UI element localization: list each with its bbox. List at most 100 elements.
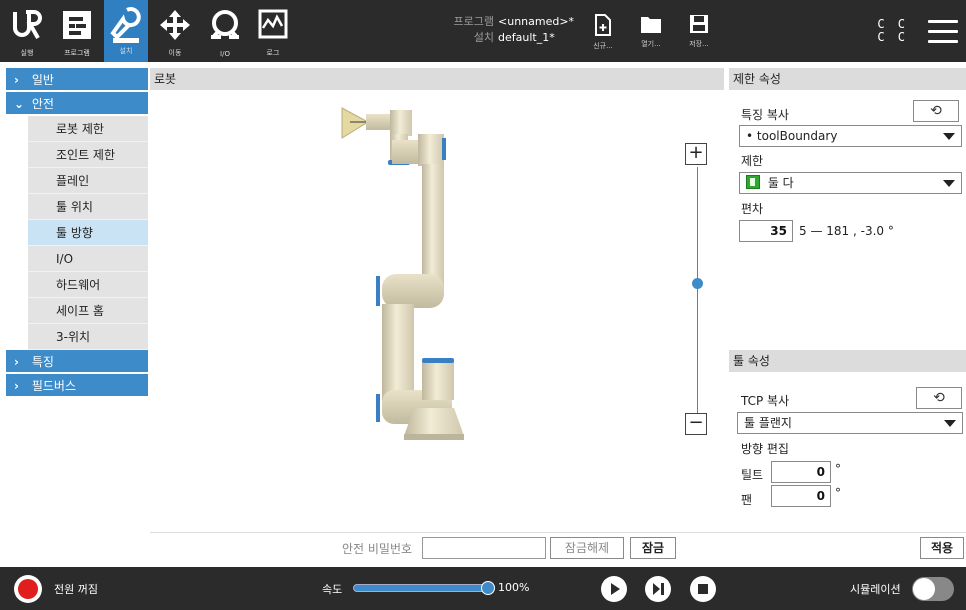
chevron-right-icon: › bbox=[14, 379, 19, 393]
sidebar: › 일반 ⌄ 안전 로봇 제한 조인트 제한 플레인 툴 위치 툴 방향 I/O… bbox=[6, 68, 148, 565]
tcp-copy-sync-button[interactable]: ⟲ bbox=[916, 387, 962, 409]
sidebar-item-safe-home[interactable]: 세이프 홈 bbox=[28, 298, 148, 324]
deviation-range: 5 — 181 , -3.0 ° bbox=[799, 224, 894, 238]
open-folder-icon bbox=[641, 17, 661, 33]
io-tab-label: I/O bbox=[220, 50, 230, 58]
simulation-label: 시뮬레이션 bbox=[850, 583, 901, 596]
safety-lock-bar: 안전 비밀번호 잠금해제 잠금 적용 bbox=[150, 532, 966, 562]
save-file-label: 저장... bbox=[689, 40, 709, 48]
sidebar-item-tool-position[interactable]: 툴 위치 bbox=[28, 194, 148, 220]
deviation-label: 편차 bbox=[741, 202, 764, 216]
sidebar-item-hardware[interactable]: 하드웨어 bbox=[28, 272, 148, 298]
apply-button[interactable]: 적용 bbox=[920, 537, 964, 559]
io-tab[interactable]: I/O bbox=[204, 6, 246, 58]
speed-label: 속도 bbox=[322, 583, 343, 596]
log-icon bbox=[258, 9, 288, 39]
stop-button[interactable] bbox=[690, 576, 716, 602]
power-icon[interactable] bbox=[14, 575, 42, 603]
hamburger-menu-icon[interactable] bbox=[928, 20, 958, 44]
program-name: <unnamed>* bbox=[498, 15, 575, 28]
installation-tab[interactable]: 설치 bbox=[104, 0, 148, 62]
io-icon bbox=[211, 10, 239, 39]
step-button[interactable] bbox=[645, 576, 671, 602]
chevron-right-icon: › bbox=[14, 355, 19, 369]
play-icon bbox=[611, 583, 620, 595]
copy-feature-sync-button[interactable]: ⟲ bbox=[913, 100, 959, 122]
program-icon bbox=[63, 11, 91, 39]
sidebar-item-joint-limits[interactable]: 조인트 제한 bbox=[28, 142, 148, 168]
dropdown-arrow-icon bbox=[943, 133, 955, 140]
chevron-down-icon: ⌄ bbox=[14, 97, 25, 111]
sidebar-category-fieldbus[interactable]: › 필드버스 bbox=[6, 374, 148, 398]
cc-status: C C C C bbox=[877, 18, 908, 44]
sidebar-category-features[interactable]: › 특징 bbox=[6, 350, 148, 374]
move-icon bbox=[160, 10, 190, 40]
dropdown-arrow-icon bbox=[944, 420, 956, 427]
zoom-slider-handle[interactable] bbox=[692, 278, 703, 289]
pan-degree-unit: ° bbox=[835, 486, 841, 500]
new-file-label: 신규... bbox=[593, 42, 613, 50]
speed-slider-track[interactable] bbox=[353, 584, 489, 592]
tcp-copy-label: TCP 복사 bbox=[741, 394, 790, 408]
restriction-panel-title: 제한 속성 bbox=[729, 68, 966, 90]
limit-label: 제한 bbox=[741, 154, 764, 168]
program-tab[interactable]: 프로그램 bbox=[56, 6, 98, 58]
sidebar-item-robot-limits[interactable]: 로봇 제한 bbox=[28, 116, 148, 142]
sidebar-item-three-position[interactable]: 3-위치 bbox=[28, 324, 148, 350]
sidebar-item-planes[interactable]: 플레인 bbox=[28, 168, 148, 194]
tilt-label: 틸트 bbox=[741, 468, 764, 482]
tool-panel-title: 툴 속성 bbox=[729, 350, 966, 372]
pan-label: 팬 bbox=[741, 493, 753, 507]
log-tab-label: 로그 bbox=[266, 49, 280, 57]
deviation-input[interactable]: 35 bbox=[739, 220, 793, 242]
installation-tab-label: 설치 bbox=[119, 47, 133, 55]
run-tab-label: 실행 bbox=[20, 49, 34, 57]
speed-slider-handle[interactable] bbox=[481, 581, 495, 595]
new-file-button[interactable]: 신규... bbox=[585, 14, 621, 58]
power-status-label: 전원 꺼짐 bbox=[54, 583, 98, 596]
limit-dropdown[interactable]: 둘 다 bbox=[739, 172, 962, 194]
orientation-edit-label: 방향 편집 bbox=[741, 442, 789, 456]
move-tab[interactable]: 이동 bbox=[154, 6, 196, 58]
run-tab[interactable]: 실행 bbox=[6, 6, 48, 58]
robot-view-panel: 로봇 + − bbox=[150, 68, 724, 528]
unlock-button[interactable]: 잠금해제 bbox=[550, 537, 624, 559]
open-file-button[interactable]: 열기... bbox=[633, 14, 669, 58]
robot-arm-3d-view[interactable] bbox=[330, 98, 520, 443]
play-button[interactable] bbox=[601, 576, 627, 602]
cc-status-line-2: C C bbox=[877, 30, 908, 44]
log-tab[interactable]: 로그 bbox=[252, 6, 294, 58]
program-tab-label: 프로그램 bbox=[64, 49, 90, 57]
tilt-input[interactable]: 0 bbox=[771, 461, 831, 483]
stop-icon bbox=[698, 584, 708, 594]
tcp-dropdown[interactable]: 툴 플랜지 bbox=[737, 412, 963, 434]
sidebar-category-general[interactable]: › 일반 bbox=[6, 68, 148, 92]
pan-input[interactable]: 0 bbox=[771, 485, 831, 507]
feature-dropdown[interactable]: • toolBoundary bbox=[739, 125, 962, 147]
sidebar-category-safety[interactable]: ⌄ 안전 bbox=[6, 92, 148, 116]
sidebar-category-label: 일반 bbox=[31, 73, 54, 87]
installation-name: default_1* bbox=[498, 31, 555, 44]
lock-button[interactable]: 잠금 bbox=[630, 537, 676, 559]
save-icon bbox=[690, 15, 708, 33]
safety-password-input[interactable] bbox=[422, 537, 546, 559]
new-file-icon bbox=[595, 14, 611, 36]
chevron-right-icon: › bbox=[14, 73, 19, 87]
copy-feature-label: 특징 복사 bbox=[741, 108, 789, 122]
zoom-out-button[interactable]: − bbox=[685, 413, 707, 435]
save-file-button[interactable]: 저장... bbox=[681, 14, 717, 58]
installation-key: 설치 bbox=[473, 31, 494, 44]
restriction-properties-panel: 제한 속성 특징 복사 ⟲ • toolBoundary 제한 둘 다 편차 3… bbox=[729, 68, 966, 348]
sidebar-item-io[interactable]: I/O bbox=[28, 246, 148, 272]
open-file-label: 열기... bbox=[641, 40, 661, 48]
sidebar-category-label: 필드버스 bbox=[31, 379, 76, 393]
installation-icon bbox=[110, 7, 141, 43]
simulation-toggle[interactable] bbox=[912, 577, 954, 601]
program-info: 프로그램 <unnamed>* 설치 default_1* bbox=[452, 14, 575, 46]
sidebar-category-label: 안전 bbox=[31, 97, 54, 111]
sync-icon: ⟲ bbox=[933, 390, 945, 406]
zoom-slider-track[interactable] bbox=[697, 167, 698, 422]
zoom-in-button[interactable]: + bbox=[685, 143, 707, 165]
program-key: 프로그램 bbox=[453, 15, 494, 28]
sidebar-item-tool-direction[interactable]: 툴 방향 bbox=[28, 220, 148, 246]
